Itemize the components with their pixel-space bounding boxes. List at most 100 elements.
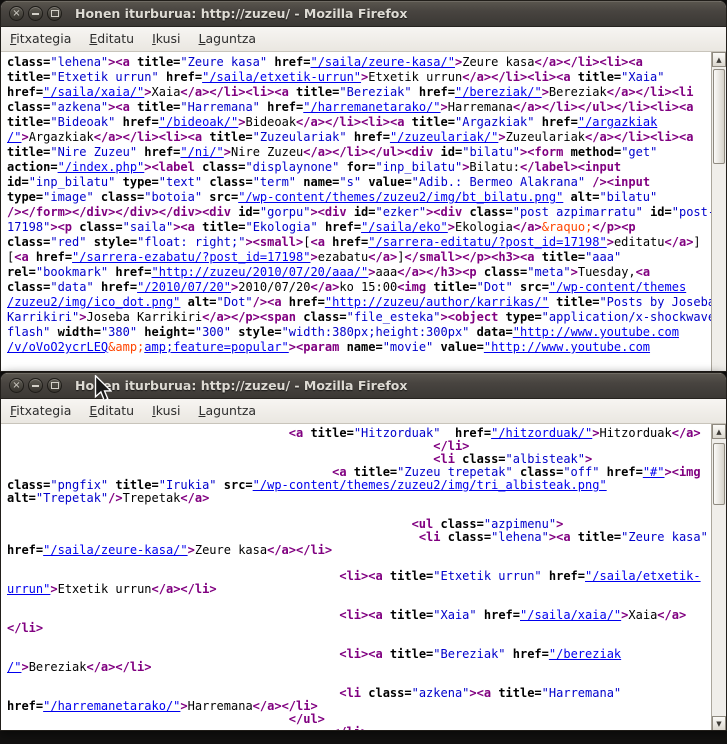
close-button[interactable]: × <box>9 6 24 21</box>
menu-accelerator: I <box>152 403 156 418</box>
vertical-scrollbar[interactable]: ▲ <box>711 52 726 372</box>
source-link[interactable]: /v/oVoO2ycrLEQ <box>7 340 108 354</box>
code-entity: &raquo; <box>542 220 593 234</box>
source-line: </li> <box>7 726 711 731</box>
code-tag: > <box>556 517 563 531</box>
source-link[interactable]: "/2010/07/20" <box>137 280 231 294</box>
source-link[interactable]: "/saila/xaia/" <box>43 85 144 99</box>
scrollbar-thumb[interactable] <box>713 443 725 505</box>
scrollbar-down-button[interactable]: ▼ <box>712 716 726 731</box>
code-attr-name: type= <box>7 190 43 204</box>
code-attr-name: href= <box>506 647 549 661</box>
menu-item-laguntza[interactable]: Laguntza <box>190 399 266 423</box>
source-link[interactable]: "/sarrera-ezabatu/?post_id=17198" <box>72 250 310 264</box>
source-link[interactable]: "/index.php" <box>58 160 145 174</box>
code-tag: > <box>607 235 614 249</box>
source-link[interactable]: "/harremanetarako/" <box>43 699 180 713</box>
menu-item-ikusi[interactable]: Ikusi <box>143 399 189 423</box>
source-link[interactable]: "/zuzeulariak/" <box>390 130 498 144</box>
source-link[interactable]: "http://zuzeu/author/karrikas/" <box>325 295 549 309</box>
source-link[interactable]: "/saila/etxetik- <box>585 569 701 583</box>
source-line: type="image" class="botoia" src="/wp-con… <box>7 190 711 205</box>
code-tag: > <box>368 265 375 279</box>
menu-item-ikusi[interactable]: Ikusi <box>143 27 189 51</box>
menu-item-editatu[interactable]: Editatu <box>80 399 143 423</box>
window-title: Honen iturburua: http://zuzeu/ - Mozilla… <box>75 6 407 21</box>
source-line: /">Bereziak</a></li> <box>7 661 711 674</box>
source-link[interactable]: "/argazkiak <box>578 115 657 129</box>
code-tag: </a></li> <box>152 582 217 596</box>
source-link[interactable]: "/wp-content/themes/zuzeu2/img/tri_albis… <box>253 478 607 492</box>
source-link[interactable]: "http://zuzeu/2010/07/20/aaa/" <box>152 265 369 279</box>
code-tag: <li><a <box>339 569 390 583</box>
code-attr-value: Karrikiri" <box>7 310 79 324</box>
code-attr-name: class= <box>440 517 483 531</box>
code-attr-name: href= <box>441 426 492 440</box>
code-tag: > <box>50 582 57 596</box>
code-tag: <li><a <box>339 608 390 622</box>
code-attr-name: href= <box>7 699 43 713</box>
viewsource-window-top: × Honen iturburua: http://zuzeu/ - Mozil… <box>0 0 727 372</box>
source-link[interactable]: "/bereziak <box>549 647 621 661</box>
source-link[interactable]: "/saila/etxetik-urrun" <box>202 70 361 84</box>
code-tag: </label><input <box>520 160 621 174</box>
scrollbar-up-button[interactable]: ▲ <box>712 424 726 439</box>
source-link[interactable]: "/harremanetarako/" <box>303 100 440 114</box>
code-attr-name: href= <box>542 569 585 583</box>
source-link[interactable]: /zuzeu2/img/ico_dot.png" <box>7 295 180 309</box>
vertical-scrollbar[interactable]: ▲ ▼ <box>711 424 726 731</box>
code-text: Xaia <box>628 608 657 622</box>
code-attr-value: "botoia" <box>144 190 202 204</box>
source-link[interactable]: "http://www.youtube.com <box>513 325 679 339</box>
source-link[interactable]: "/wp-content/themes <box>549 280 686 294</box>
code-attr-name: title= <box>310 426 353 440</box>
menu-item-laguntza[interactable]: Laguntza <box>190 27 266 51</box>
source-link[interactable]: "/saila/xaia/" <box>520 608 621 622</box>
source-link[interactable]: "/saila/eko" <box>361 220 448 234</box>
source-link[interactable]: /" <box>7 130 21 144</box>
titlebar[interactable]: × Honen iturburua: http://zuzeu/ - Mozil… <box>1 1 726 27</box>
code-tag: > <box>585 452 592 466</box>
menu-item-fitxategia[interactable]: Fitxategia <box>1 27 80 51</box>
source-link[interactable]: "/saila/zeure-kasa/" <box>310 55 455 69</box>
code-tag: </a></li> <box>86 660 151 674</box>
minimize-button[interactable] <box>28 6 43 21</box>
source-link[interactable]: "http://www.youtube.com <box>484 340 650 354</box>
menu-item-editatu[interactable]: Editatu <box>80 27 143 51</box>
code-attr-name: type= <box>115 175 158 189</box>
source-link[interactable]: "/saila/zeure-kasa/" <box>43 543 188 557</box>
code-attr-value: "azpimenu" <box>484 517 556 531</box>
code-tag: ><a <box>108 100 137 114</box>
source-link[interactable]: "/hitzorduak/" <box>491 426 592 440</box>
code-attr-value: "Posts by Joseba <box>599 295 711 309</box>
code-attr-value: "text" <box>159 175 202 189</box>
scrollbar-thumb[interactable] <box>713 69 725 164</box>
code-tag: ><div <box>310 205 353 219</box>
source-link[interactable]: "/ni/" <box>180 145 223 159</box>
code-attr-value: "Hitzorduak" <box>354 426 441 440</box>
source-link[interactable]: "/bereziak/" <box>455 85 542 99</box>
code-attr-value: "bilatu" <box>462 145 520 159</box>
titlebar[interactable]: × Honen iturburua: http://zuzeu/ - Mozil… <box>1 373 726 399</box>
menu-item-fitxategia[interactable]: Fitxategia <box>1 399 80 423</box>
source-link[interactable]: "#" <box>643 465 665 479</box>
code-attr-name: href= <box>318 220 361 234</box>
maximize-button[interactable] <box>47 6 62 21</box>
source-link[interactable]: /" <box>7 660 21 674</box>
code-attr-value: "gorpu" <box>260 205 311 219</box>
close-button[interactable]: × <box>9 378 24 393</box>
scrollbar-up-button[interactable]: ▲ <box>712 52 726 67</box>
maximize-button[interactable] <box>47 378 62 393</box>
source-link[interactable]: amp;feature=popular" <box>144 340 289 354</box>
source-link[interactable]: "/sarrera-editatu/?post_id=17198" <box>368 235 606 249</box>
source-link[interactable]: "/bideoak/" <box>159 115 238 129</box>
code-tag: </li> <box>332 725 368 731</box>
code-tag: > <box>310 250 317 264</box>
viewsource-window-bottom: × Honen iturburua: http://zuzeu/ - Mozil… <box>0 372 727 731</box>
minimize-button[interactable] <box>28 378 43 393</box>
code-attr-name: name= <box>296 175 339 189</box>
code-attr-value: "meta" <box>527 265 570 279</box>
code-tag: ><a <box>469 686 498 700</box>
source-link[interactable]: urrun" <box>7 582 50 596</box>
source-link[interactable]: "/wp-content/themes/zuzeu2/img/bt_bilatu… <box>238 190 563 204</box>
